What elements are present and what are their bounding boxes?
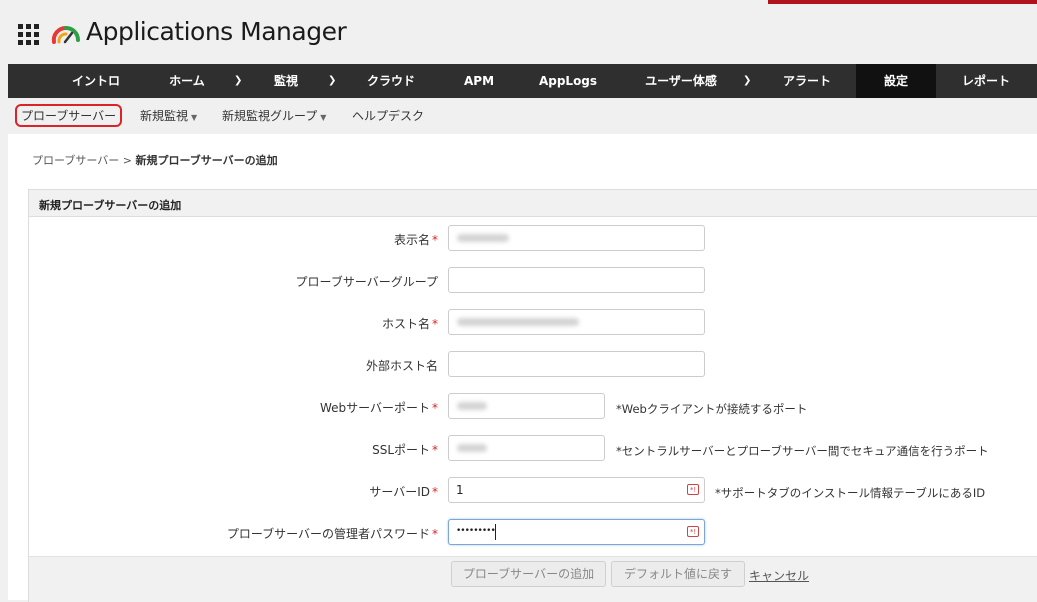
add-probe-button[interactable]: プローブサーバーの追加 xyxy=(451,561,606,587)
web-port-field[interactable] xyxy=(448,393,605,419)
text-cursor xyxy=(495,524,496,540)
caret-down-icon: ▼ xyxy=(191,113,198,122)
subnav-label: 新規監視 xyxy=(140,109,189,123)
web-port-label: Webサーバーポート * xyxy=(319,401,438,415)
main-nav: イントロ ホーム ❯ 監視 ❯ クラウド APM AppLogs ユーザー体感 … xyxy=(8,64,1037,98)
breadcrumb-parent[interactable]: プローブサーバー xyxy=(32,154,119,167)
sub-nav: プローブサーバー 新規監視 ▼ 新規監視グループ ▼ ヘルプデスク xyxy=(0,100,1037,130)
subnav-new-monitor[interactable]: 新規監視 ▼ xyxy=(140,107,197,124)
add-probe-form-panel: 新規プローブサーバーの追加 表示名 * プローブサーバーグループ ホスト名 * 外部… xyxy=(28,189,1037,602)
nav-item-reports[interactable]: レポート xyxy=(946,64,1026,98)
app-title: Applications Manager xyxy=(86,17,347,46)
nav-item-intro[interactable]: イントロ xyxy=(52,64,140,98)
nav-item-applogs[interactable]: AppLogs xyxy=(528,64,608,98)
admin-password-value: ••••••••• xyxy=(456,526,496,536)
panel-header: 新規プローブサーバーの追加 xyxy=(29,190,1037,217)
probe-group-field[interactable] xyxy=(448,267,705,293)
server-id-hint: *サポートタブのインストール情報テーブルにあるID xyxy=(715,486,986,500)
breadcrumb-separator: > xyxy=(122,154,132,167)
ssl-port-hint: *セントラルサーバーとプローブサーバー間でセキュア通信を行うポート xyxy=(616,444,989,458)
button-bar: プローブサーバーの追加 デフォルト値に戻す キャンセル xyxy=(29,556,1037,602)
nav-item-user-experience[interactable]: ユーザー体感 xyxy=(630,64,732,98)
caret-down-icon: ▼ xyxy=(320,113,327,122)
server-id-value: 1 xyxy=(456,483,464,497)
password-key-icon[interactable]: *! xyxy=(687,484,699,495)
external-host-field[interactable] xyxy=(448,351,705,377)
subnav-probe-servers[interactable]: プローブサーバー xyxy=(15,104,123,127)
probe-group-label: プローブサーバーグループ xyxy=(295,275,438,289)
server-id-label: サーバーID * xyxy=(369,485,438,499)
ssl-port-label: SSLポート * xyxy=(372,443,438,457)
ssl-port-field[interactable] xyxy=(448,435,605,461)
nav-item-apm[interactable]: APM xyxy=(448,64,510,98)
host-name-field[interactable] xyxy=(448,309,705,335)
content-area: プローブサーバー > 新規プローブサーバーの追加 新規プローブサーバーの追加 表… xyxy=(8,134,1037,602)
admin-password-label: プローブサーバーの管理者パスワード * xyxy=(226,527,438,541)
external-host-label: 外部ホスト名 xyxy=(365,359,438,373)
chevron-down-icon[interactable]: ❯ xyxy=(328,64,336,98)
password-key-icon[interactable]: *! xyxy=(687,526,699,537)
admin-password-field[interactable]: ••••••••• *! xyxy=(448,519,705,545)
app-logo-icon xyxy=(51,25,80,44)
host-name-label: ホスト名 * xyxy=(381,317,438,331)
app-header: Applications Manager xyxy=(0,0,1037,64)
subnav-new-monitor-group[interactable]: 新規監視グループ ▼ xyxy=(222,107,326,124)
server-id-field[interactable]: 1 *! xyxy=(448,477,705,503)
panel-title: 新規プローブサーバーの追加 xyxy=(39,199,182,212)
display-name-label: 表示名 * xyxy=(393,233,438,247)
breadcrumb-current: 新規プローブサーバーの追加 xyxy=(135,154,278,167)
reset-defaults-button[interactable]: デフォルト値に戻す xyxy=(611,561,745,587)
chevron-down-icon[interactable]: ❯ xyxy=(234,64,242,98)
apps-grid-icon[interactable] xyxy=(18,24,39,45)
subnav-label: 新規監視グループ xyxy=(222,109,318,123)
cancel-link[interactable]: キャンセル xyxy=(749,567,809,584)
nav-item-monitors[interactable]: 監視 xyxy=(252,64,320,98)
display-name-field[interactable] xyxy=(448,225,705,251)
subnav-helpdesk[interactable]: ヘルプデスク xyxy=(352,107,424,124)
chevron-down-icon[interactable]: ❯ xyxy=(743,64,751,98)
nav-item-alarms[interactable]: アラート xyxy=(766,64,848,98)
nav-item-cloud[interactable]: クラウド xyxy=(352,64,430,98)
nav-item-settings[interactable]: 設定 xyxy=(856,64,936,98)
nav-item-home[interactable]: ホーム xyxy=(150,64,224,98)
breadcrumb: プローブサーバー > 新規プローブサーバーの追加 xyxy=(32,152,278,168)
web-port-hint: *Webクライアントが接続するポート xyxy=(616,402,808,416)
